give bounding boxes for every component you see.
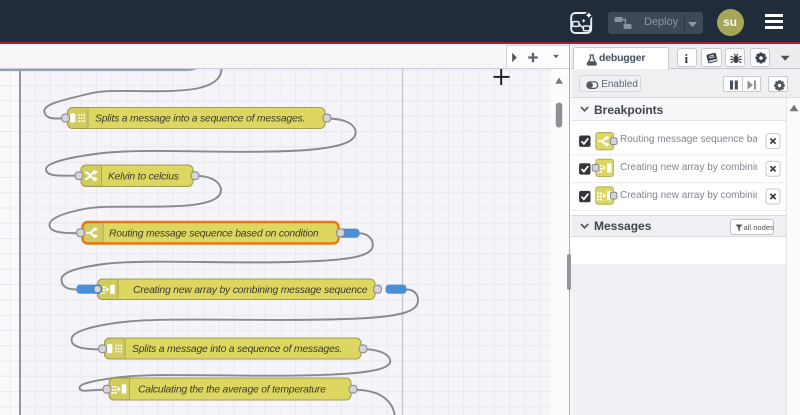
svg-text:Creating new array by combinin: Creating new array by combining message … [133,284,368,295]
svg-text:Kelvin to celcius: Kelvin to celcius [108,171,179,182]
svg-text:Routing message sequence based: Routing message sequence based on condit… [109,228,319,239]
svg-text:Splits a message into a sequen: Splits a message into a sequence of mess… [132,344,342,355]
svg-text:Calculating the the average of: Calculating the the average of temperatu… [138,384,326,395]
svg-text:Splits a message into a sequen: Splits a message into a sequence of mess… [95,113,305,124]
